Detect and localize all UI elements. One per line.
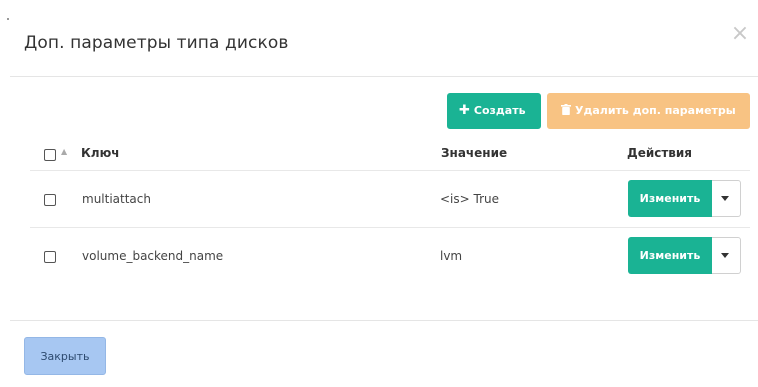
table-row: multiattach <is> True Изменить [30,170,750,227]
extra-specs-table: ▲ Ключ Значение Действия multiattach <is… [30,140,750,284]
row-key: multiattach [82,192,151,206]
chevron-down-icon [721,253,729,258]
edit-button[interactable]: Изменить [628,180,712,217]
actions-dropdown-toggle[interactable] [712,237,741,274]
create-button[interactable]: ✚ Создать [447,93,541,129]
actions-dropdown-toggle[interactable] [712,180,741,217]
dialog-title: Доп. параметры типа дисков [24,33,289,53]
column-header-actions: Действия [627,146,693,160]
chevron-down-icon [721,196,729,201]
column-header-key[interactable]: Ключ [81,146,120,160]
column-header-value[interactable]: Значение [441,146,507,160]
select-all-checkbox[interactable] [44,149,56,161]
table-header-row: ▲ Ключ Значение Действия [30,140,750,170]
table-row: volume_backend_name lvm Изменить [30,227,750,284]
row-checkbox[interactable] [44,251,56,263]
decorative-dot [7,18,9,20]
delete-extra-specs-button[interactable]: Удалить доп. параметры [547,93,750,129]
close-button[interactable]: Закрыть [24,337,106,375]
create-button-label: Создать [473,104,526,117]
row-actions: Изменить [628,237,741,274]
row-actions: Изменить [628,180,741,217]
extra-specs-dialog: Доп. параметры типа дисков × ✚ Создать Уд… [0,0,758,387]
close-icon[interactable]: × [730,23,750,45]
row-value: lvm [440,249,463,263]
row-value: <is> True [440,192,499,206]
dialog-header: Доп. параметры типа дисков × [10,0,758,77]
trash-icon [561,93,571,129]
row-checkbox[interactable] [44,194,56,206]
plus-icon: ✚ [459,103,470,118]
edit-button[interactable]: Изменить [628,237,712,274]
delete-button-label: Удалить доп. параметры [575,104,736,117]
table-toolbar: ✚ Создать Удалить доп. параметры [0,93,758,133]
row-key: volume_backend_name [82,249,224,263]
footer-divider [10,320,758,321]
sort-asc-icon[interactable]: ▲ [61,147,67,156]
